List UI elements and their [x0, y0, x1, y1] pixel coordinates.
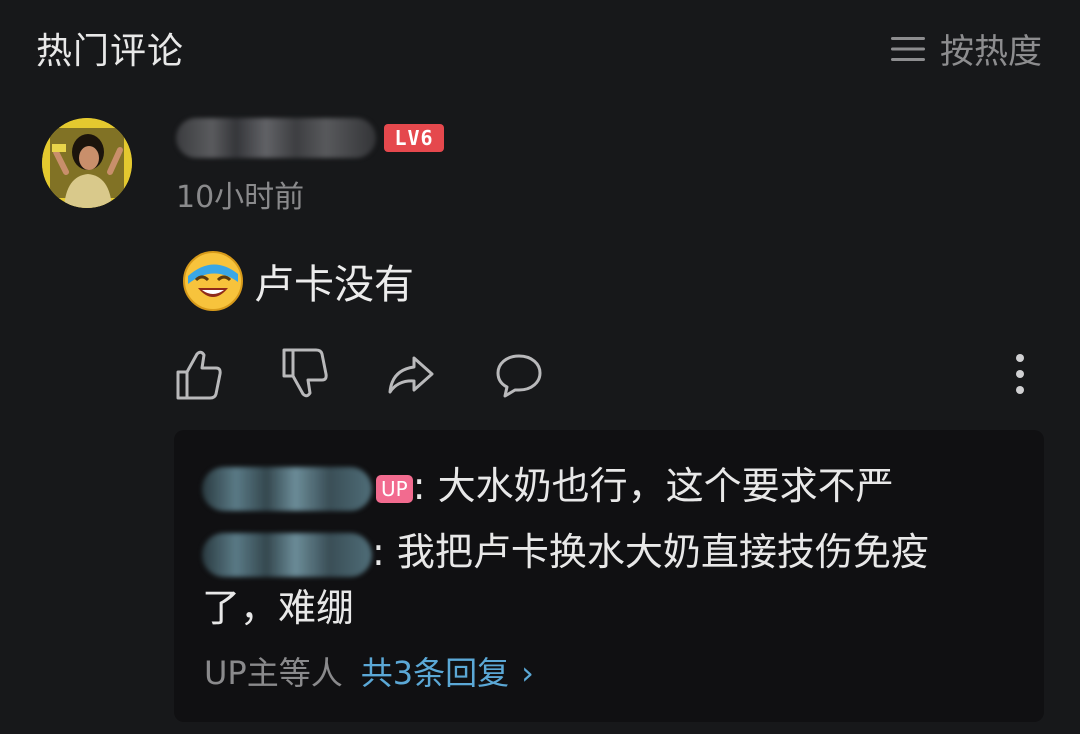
- reply-item: UP: 大水奶也行，这个要求不严: [202, 456, 894, 516]
- up-badge: UP: [376, 474, 413, 503]
- comment-bubble-icon[interactable]: [494, 346, 544, 402]
- reply-text-continuation: 了，难绷: [202, 586, 355, 630]
- comment-body: 卢卡没有: [182, 250, 414, 312]
- view-all-replies-link[interactable]: UP主等人 共3条回复 ›: [204, 648, 534, 694]
- comment-actions: [0, 346, 1080, 406]
- reply-text-line1: : 我把卢卡换水大奶直接技伤免疫: [372, 530, 929, 574]
- reply-author[interactable]: [202, 532, 372, 577]
- reply-count: 共3条回复: [360, 654, 510, 692]
- avatar[interactable]: [42, 118, 132, 208]
- menu-icon: [891, 36, 925, 61]
- thumbs-down-icon[interactable]: [280, 346, 330, 402]
- reply-item: : 我把卢卡换水大奶直接技伤免疫: [202, 522, 929, 582]
- reply-footer-prefix: UP主等人: [204, 654, 343, 692]
- section-title: 热门评论: [36, 31, 185, 72]
- laughing-emoji-icon: [183, 251, 243, 311]
- level-badge: LV6: [384, 124, 444, 152]
- comment-text: 卢卡没有: [254, 262, 414, 308]
- reply-preview[interactable]: UP: 大水奶也行，这个要求不严 : 我把卢卡换水大奶直接技伤免疫 了，难绷 U…: [174, 430, 1044, 722]
- thumbs-up-icon[interactable]: [174, 346, 224, 402]
- reply-author[interactable]: [202, 466, 372, 511]
- username[interactable]: [176, 118, 376, 158]
- sort-label: 按热度: [940, 32, 1042, 72]
- reply-text: : 大水奶也行，这个要求不严: [412, 464, 894, 508]
- chevron-right-icon: ›: [521, 654, 534, 692]
- share-icon[interactable]: [386, 346, 436, 402]
- more-vertical-icon[interactable]: [996, 346, 1044, 402]
- comment-timestamp: 10小时前: [176, 180, 305, 215]
- sort-by-hot-button[interactable]: 按热度: [890, 24, 1042, 73]
